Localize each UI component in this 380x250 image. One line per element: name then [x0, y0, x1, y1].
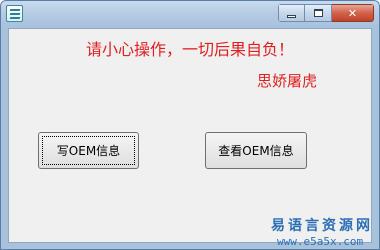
view-oem-button[interactable]: 查看OEM信息	[205, 132, 307, 169]
view-oem-button-label: 查看OEM信息	[218, 144, 294, 158]
watermark-site-name: 易语言资源网	[271, 218, 373, 234]
close-icon: ✕	[347, 6, 358, 20]
minimize-icon	[287, 14, 296, 18]
author-label: 思娇屠虎	[257, 72, 318, 90]
maximize-button[interactable]	[305, 4, 332, 22]
watermark-url: www.e5a5x.com	[277, 235, 364, 248]
minimize-button[interactable]	[278, 4, 305, 22]
client-area: 请小心操作，一切后果自负！ 思娇屠虎 写OEM信息 查看OEM信息 易语言资源网…	[8, 28, 373, 248]
window-controls: ✕	[278, 4, 374, 22]
maximize-icon	[313, 9, 323, 17]
warning-label: 请小心操作，一切后果自负！	[86, 40, 295, 59]
title-bar[interactable]: ✕	[1, 1, 379, 27]
app-icon[interactable]	[6, 5, 23, 22]
write-oem-button-label: 写OEM信息	[56, 144, 121, 158]
close-button[interactable]: ✕	[332, 4, 374, 22]
app-window: ✕ 请小心操作，一切后果自负！ 思娇屠虎 写OEM信息 查看OEM信息 易语言资…	[0, 0, 380, 250]
write-oem-button[interactable]: 写OEM信息	[38, 132, 139, 169]
